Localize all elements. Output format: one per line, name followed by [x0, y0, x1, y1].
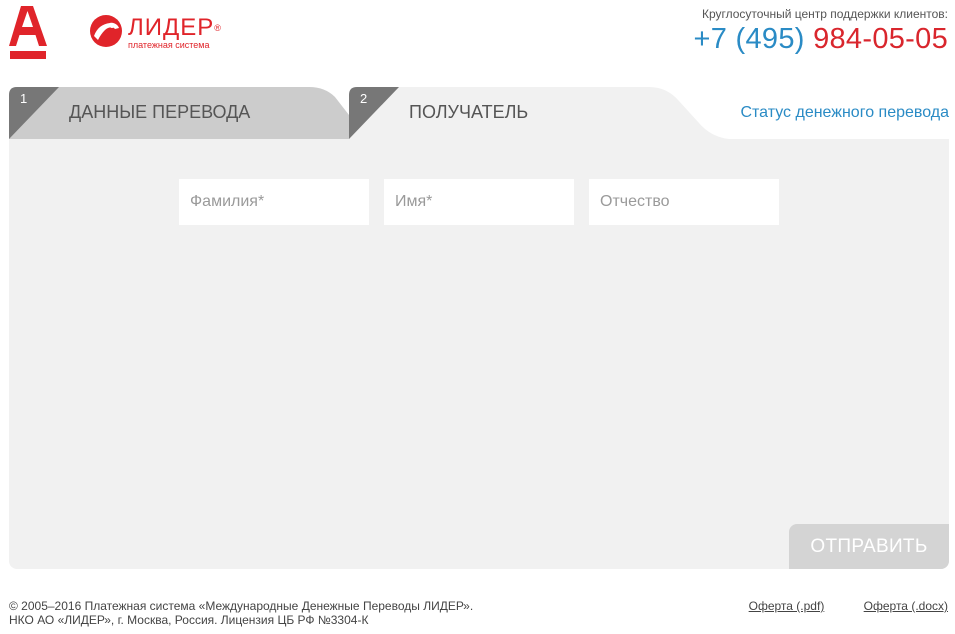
offer-pdf-link[interactable]: Оферта (.pdf) [749, 599, 825, 613]
tab-title: Получатель [409, 102, 529, 122]
footer-line-1: © 2005–2016 Платежная система «Междунаро… [9, 599, 474, 613]
tab-title: Данные перевода [69, 102, 251, 122]
tab-shape [349, 87, 729, 139]
support-block: Круглосуточный центр поддержки клиентов:… [693, 7, 948, 56]
phone-code: +7 (495) [693, 23, 805, 55]
lider-brand-tagline: платежная система [128, 40, 210, 50]
last-name-field[interactable] [179, 179, 369, 225]
tab-recipient[interactable]: 2 Получатель [349, 87, 734, 139]
lider-brand-name: ЛИДЕР® [128, 14, 222, 41]
support-phone[interactable]: +7 (495) 984-05-05 [693, 22, 948, 56]
lider-logo[interactable]: ЛИДЕР® платежная система [88, 14, 224, 50]
footer-copyright: © 2005–2016 Платежная система «Междунаро… [9, 599, 473, 627]
tab-transfer-data[interactable]: 1 Данные перевода [9, 87, 354, 139]
support-label: Круглосуточный центр поддержки клиентов: [701, 7, 948, 21]
alfa-bank-logo-icon[interactable] [9, 6, 47, 62]
phone-number: 984-05-05 [813, 23, 948, 55]
lider-bear-logo-icon [90, 15, 122, 47]
middle-name-field[interactable] [589, 179, 779, 225]
submit-button[interactable]: Отправить [789, 524, 949, 569]
recipient-form-panel: Отправить [9, 139, 949, 569]
transfer-status-link[interactable]: Статус денежного перевода [740, 104, 949, 122]
footer-line-2: НКО АО «ЛИДЕР», г. Москва, Россия. Лицен… [9, 613, 369, 627]
tab-number: 1 [20, 91, 28, 106]
tab-number: 2 [360, 91, 368, 106]
first-name-field[interactable] [384, 179, 574, 225]
offer-docx-link[interactable]: Оферта (.docx) [864, 599, 948, 613]
footer-links: Оферта (.pdf) Оферта (.docx) [713, 599, 948, 613]
